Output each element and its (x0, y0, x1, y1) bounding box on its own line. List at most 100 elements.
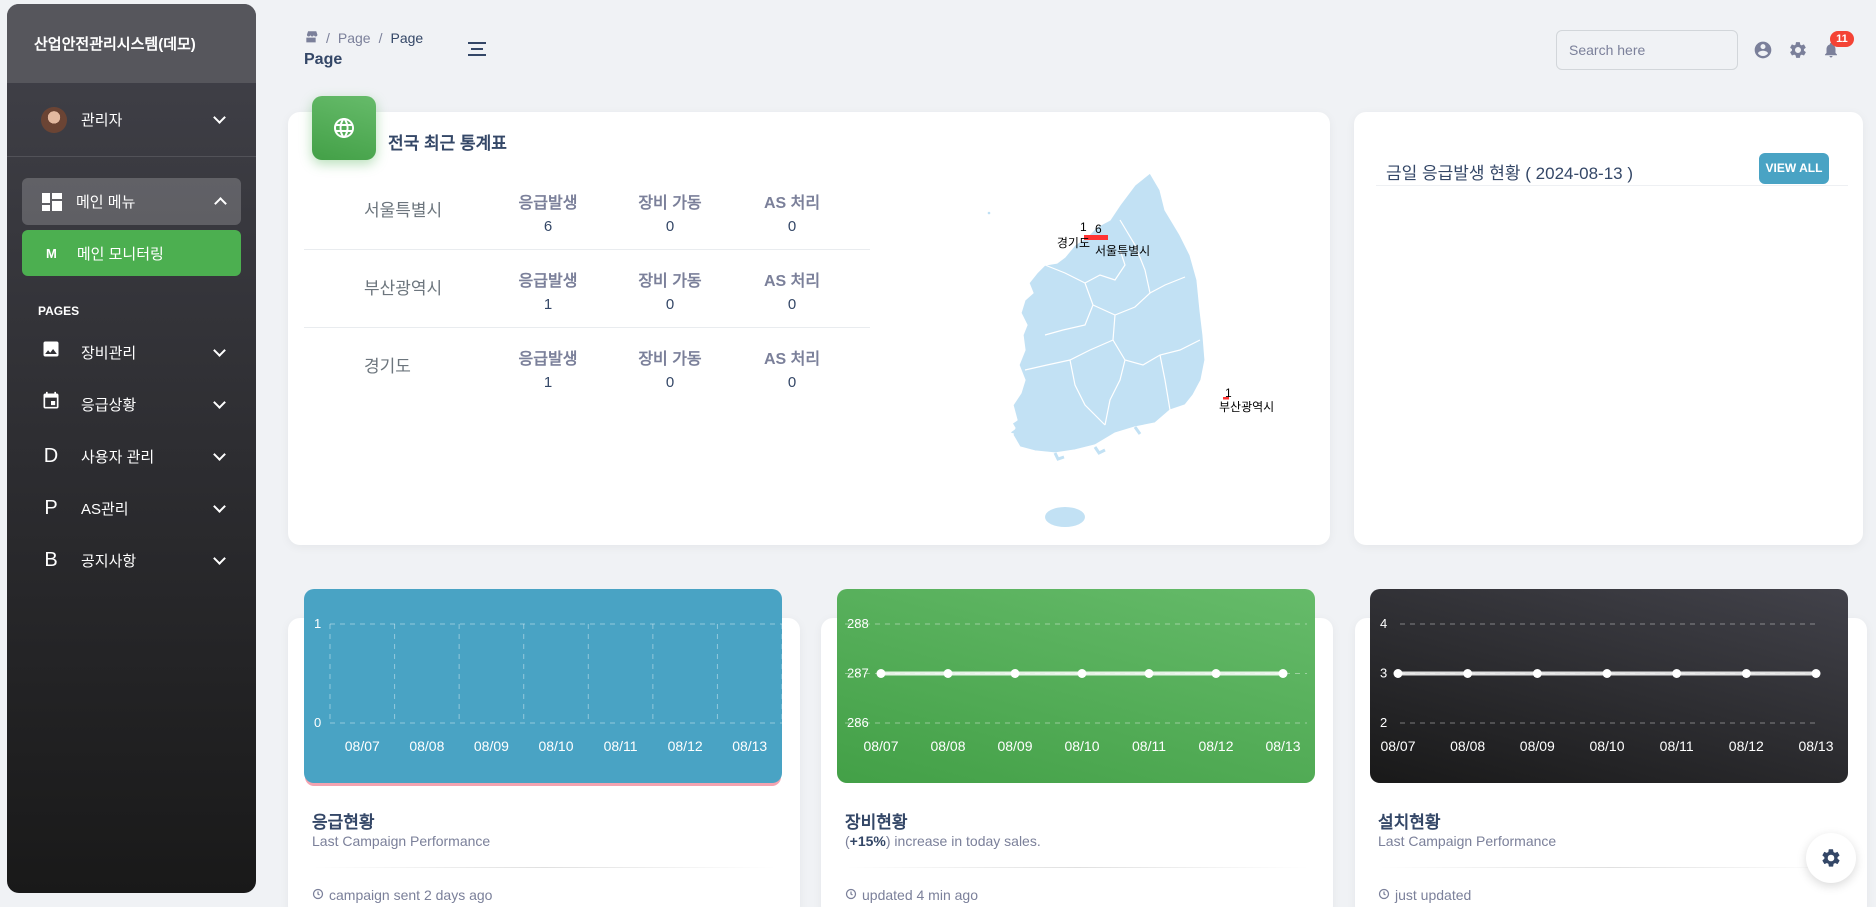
stat-value: 0 (787, 374, 797, 391)
chart-svg: 0 1 08/07 08/08 08/09 08/10 08/11 08/12 08/13 (314, 616, 782, 754)
settings-fab-button[interactable] (1806, 833, 1856, 883)
data-point[interactable] (1811, 669, 1821, 678)
stat-value: 0 (787, 296, 797, 313)
card-title: 응급현황 (312, 813, 375, 832)
breadcrumb-link[interactable]: Page (338, 30, 371, 46)
data-point[interactable] (943, 669, 953, 678)
gear-icon (1822, 849, 1840, 867)
map-label-busan: 부산광역시 (1219, 400, 1274, 414)
x-tick-label: 08/08 (1450, 738, 1485, 754)
view-all-button[interactable]: VIEW ALL (1759, 153, 1829, 184)
clock-icon (845, 887, 857, 903)
y-tick-label: 287 (847, 666, 869, 681)
stat-header: 응급발생 (518, 351, 578, 368)
chevron-up-icon (214, 197, 227, 210)
chart-svg: 2 3 4 08/07 08/08 08/09 08/10 08/11 08/12 08/13 (1380, 616, 1834, 754)
data-point[interactable] (1602, 669, 1612, 678)
y-tick-label: 4 (1380, 616, 1387, 631)
emergency-chart[interactable]: 0 1 08/07 08/08 08/09 08/10 08/11 08/12 08/13 (304, 589, 782, 783)
map-value-gyeonggi: 1 (1080, 220, 1087, 234)
dashboard-icon (42, 192, 62, 211)
stat-value: 1 (543, 374, 553, 391)
equipment-chart[interactable]: 286 287 288 08/07 08/08 08/09 08/10 08/11 08/12 0… (837, 589, 1315, 783)
emergency-today-title: 금일 응급발생 현황 ( 2024-08-13 ) (1386, 164, 1634, 183)
letter-d-icon: D (43, 444, 59, 467)
y-tick-label: 1 (314, 616, 321, 631)
installation-chart[interactable]: 2 3 4 08/07 08/08 08/09 08/10 08/11 08/12 08/13 (1370, 589, 1848, 783)
x-tick-label: 08/07 (1380, 738, 1415, 754)
data-point[interactable] (1077, 669, 1087, 678)
home-icon[interactable] (304, 30, 318, 46)
calendar-icon (41, 391, 61, 417)
sidebar-item-label: AS관리 (81, 500, 129, 518)
stat-city: 부산광역시 (364, 279, 443, 298)
divider (845, 867, 1310, 868)
stat-header: AS 처리 (763, 195, 821, 212)
menu-toggle-icon[interactable] (468, 42, 486, 60)
stat-value: 0 (665, 296, 675, 313)
stat-header: 장비 가동 (638, 195, 702, 212)
main-menu-toggle[interactable]: 메인 메뉴 (22, 178, 241, 225)
stat-row: 서울특별시 응급발생 6 장비 가동 0 AS 처리 0 (304, 172, 870, 250)
data-point[interactable] (1532, 669, 1542, 678)
stat-value: 6 (543, 218, 553, 235)
data-point[interactable] (1010, 669, 1020, 678)
stat-city: 서울특별시 (364, 201, 443, 220)
x-tick-label: 08/11 (604, 738, 638, 754)
card-subtitle: Last Campaign Performance (312, 833, 491, 849)
y-tick-label: 288 (847, 616, 869, 631)
data-point[interactable] (1144, 669, 1154, 678)
korea-map[interactable]: 6 서울특별시 1 경기도 1 부산광역시 (985, 165, 1285, 535)
letter-b-icon: B (44, 548, 58, 571)
card-footer-text: just updated (1395, 887, 1472, 903)
chevron-down-icon (213, 395, 226, 409)
y-tick-label: 286 (847, 715, 869, 730)
jeju-island[interactable] (1045, 507, 1085, 527)
data-point[interactable] (1672, 669, 1682, 678)
breadcrumb-current: Page (390, 30, 424, 46)
chevron-down-icon (213, 499, 226, 513)
clock-icon (1378, 887, 1390, 903)
y-tick-label: 2 (1380, 715, 1387, 730)
x-tick-label: 08/12 (1198, 738, 1233, 754)
main-menu-label: 메인 메뉴 (76, 194, 136, 211)
brand-title[interactable]: 산업안전관리시스템(데모) (7, 4, 256, 83)
percent-change: +15% (849, 833, 886, 849)
search-input[interactable] (1556, 30, 1738, 70)
data-point[interactable] (1211, 669, 1221, 678)
account-icon[interactable] (1753, 40, 1773, 60)
sidebar-item-label: 공지사항 (81, 552, 137, 570)
card-footer-text: updated 4 min ago (862, 887, 978, 903)
sidebar-item-label: 사용자 관리 (81, 448, 155, 466)
divider (312, 867, 777, 868)
chevron-down-icon (213, 111, 226, 124)
data-point[interactable] (1278, 669, 1288, 678)
chart-svg: 286 287 288 08/07 08/08 08/09 08/10 08/11 08/12 0… (845, 616, 1307, 754)
breadcrumb: / Page / Page (304, 30, 423, 46)
data-point[interactable] (1741, 669, 1751, 678)
sidebar-item-main-monitoring[interactable]: M 메인 모니터링 (22, 230, 241, 276)
stat-value: 0 (787, 218, 797, 235)
data-point[interactable] (1393, 669, 1403, 678)
stat-header: 응급발생 (518, 273, 578, 290)
sidebar-item-as[interactable]: P AS관리 (7, 482, 256, 534)
avatar (41, 106, 67, 133)
map-label-seoul: 서울특별시 (1095, 244, 1150, 258)
stat-header: 장비 가동 (638, 351, 702, 368)
card-title: 장비현황 (845, 813, 908, 832)
korea-mainland[interactable] (1012, 172, 1206, 454)
gear-icon[interactable] (1788, 40, 1808, 60)
sidebar-item-emergency[interactable]: 응급상황 (7, 378, 256, 430)
image-icon (41, 339, 61, 365)
stat-row: 부산광역시 응급발생 1 장비 가동 0 AS 처리 0 (304, 250, 870, 328)
data-point[interactable] (876, 669, 886, 678)
user-menu[interactable]: 관리자 (7, 83, 256, 157)
page-title: Page (304, 51, 343, 68)
card-footer: campaign sent 2 days ago (312, 887, 492, 903)
sidebar-item-notice[interactable]: B 공지사항 (7, 534, 256, 586)
data-point[interactable] (1463, 669, 1473, 678)
sidebar-item-equipment[interactable]: 장비관리 (7, 326, 256, 378)
x-tick-label: 08/12 (1729, 738, 1764, 754)
sidebar-item-users[interactable]: D 사용자 관리 (7, 430, 256, 482)
y-tick-label: 0 (314, 715, 321, 730)
